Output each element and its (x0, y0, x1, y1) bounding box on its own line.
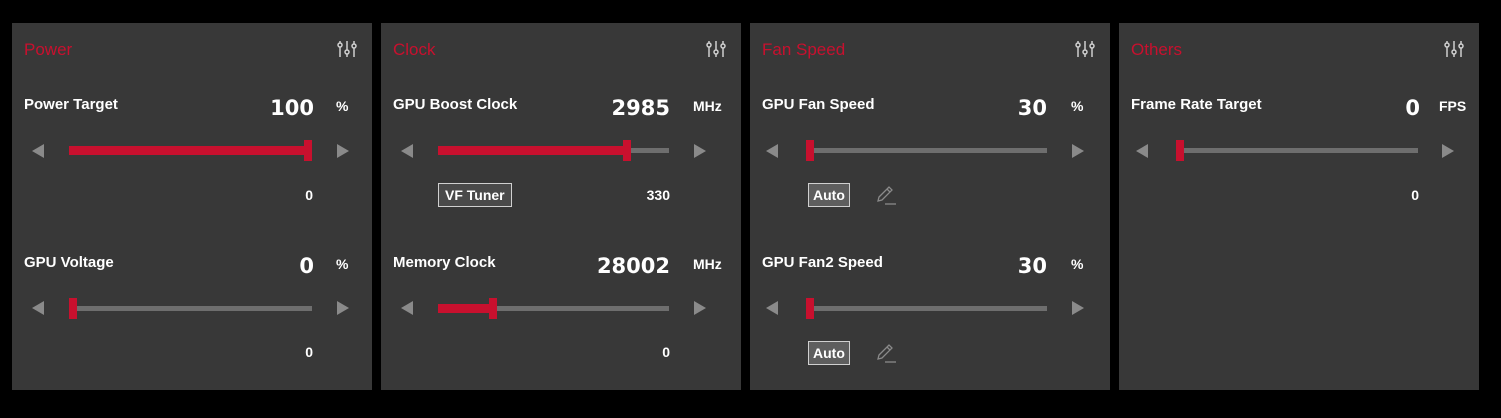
panel-title: Power (24, 40, 73, 59)
increase-arrow-icon[interactable] (1072, 301, 1084, 315)
panel-title: Clock (393, 40, 436, 59)
gpu-fan-speed-value: 30 (1017, 96, 1047, 120)
power-target-slider[interactable] (69, 140, 312, 161)
slider-thumb[interactable] (69, 298, 77, 319)
memory-clock-sub-value: 0 (662, 344, 670, 360)
gpu-voltage-unit: % (336, 256, 349, 272)
frame-rate-target-unit: FPS (1439, 98, 1467, 114)
gpu-boost-clock-label: GPU Boost Clock (393, 96, 518, 113)
fan2-auto-button[interactable]: Auto (808, 341, 850, 365)
memory-clock-label: Memory Clock (393, 254, 496, 271)
panel-power: Power Power Target 100 % 0 GPU Voltage 0… (12, 23, 372, 390)
decrease-arrow-icon[interactable] (401, 301, 413, 315)
fan-auto-button[interactable]: Auto (808, 183, 850, 207)
slider-fill (438, 146, 628, 155)
power-target-label: Power Target (24, 96, 118, 113)
increase-arrow-icon[interactable] (694, 144, 706, 158)
gpu-boost-clock-slider[interactable] (438, 140, 669, 161)
vf-tuner-button[interactable]: VF Tuner (438, 183, 512, 207)
gpu-fan2-speed-value: 30 (1017, 254, 1047, 278)
sliders-icon[interactable] (705, 39, 727, 59)
power-target-sub-value: 0 (305, 187, 313, 203)
gpu-voltage-sub-value: 0 (305, 344, 313, 360)
frame-rate-target-label: Frame Rate Target (1131, 96, 1262, 113)
slider-thumb[interactable] (304, 140, 312, 161)
decrease-arrow-icon[interactable] (1136, 144, 1148, 158)
slider-fill (438, 304, 494, 313)
frame-rate-target-sub-value: 0 (1411, 187, 1419, 203)
gpu-fan2-speed-label: GPU Fan2 Speed (762, 254, 883, 271)
sliders-icon[interactable] (1074, 39, 1096, 59)
power-target-unit: % (336, 98, 349, 114)
gpu-fan-speed-slider[interactable] (806, 140, 1047, 161)
decrease-arrow-icon[interactable] (401, 144, 413, 158)
slider-thumb[interactable] (1176, 140, 1184, 161)
slider-fill (69, 146, 312, 155)
increase-arrow-icon[interactable] (337, 144, 349, 158)
decrease-arrow-icon[interactable] (766, 144, 778, 158)
memory-clock-unit: MHz (693, 256, 722, 272)
panel-title: Others (1131, 40, 1183, 59)
panel-fan-speed: Fan Speed GPU Fan Speed 30 % Auto GPU Fa… (750, 23, 1110, 390)
panel-others: Others Frame Rate Target 0 FPS 0 (1119, 23, 1479, 390)
memory-clock-slider[interactable] (438, 298, 669, 319)
gpu-voltage-label: GPU Voltage (24, 254, 114, 271)
decrease-arrow-icon[interactable] (32, 144, 44, 158)
increase-arrow-icon[interactable] (337, 301, 349, 315)
slider-thumb[interactable] (806, 298, 814, 319)
slider-thumb[interactable] (806, 140, 814, 161)
pencil-icon[interactable] (874, 342, 896, 364)
gpu-fan-speed-label: GPU Fan Speed (762, 96, 875, 113)
gpu-boost-clock-sub-value: 330 (646, 187, 670, 203)
sliders-icon[interactable] (1443, 39, 1465, 59)
memory-clock-value: 28002 (596, 254, 670, 278)
panel-title: Fan Speed (762, 40, 846, 59)
decrease-arrow-icon[interactable] (32, 301, 44, 315)
frame-rate-target-slider[interactable] (1176, 140, 1418, 161)
frame-rate-target-value: 0 (1405, 96, 1420, 120)
increase-arrow-icon[interactable] (1442, 144, 1454, 158)
slider-thumb[interactable] (623, 140, 632, 161)
gpu-fan2-speed-unit: % (1071, 256, 1084, 272)
gpu-fan-speed-unit: % (1071, 98, 1084, 114)
pencil-icon[interactable] (874, 184, 896, 206)
gpu-boost-clock-unit: MHz (693, 98, 722, 114)
sliders-icon[interactable] (336, 39, 358, 59)
increase-arrow-icon[interactable] (694, 301, 706, 315)
gpu-fan2-speed-slider[interactable] (806, 298, 1047, 319)
decrease-arrow-icon[interactable] (766, 301, 778, 315)
gpu-boost-clock-value: 2985 (611, 96, 670, 120)
gpu-voltage-slider[interactable] (69, 298, 312, 319)
gpu-voltage-value: 0 (299, 254, 314, 278)
increase-arrow-icon[interactable] (1072, 144, 1084, 158)
power-target-value: 100 (270, 96, 314, 120)
panel-clock: Clock GPU Boost Clock 2985 MHz VF Tuner … (381, 23, 741, 390)
slider-thumb[interactable] (489, 298, 498, 319)
